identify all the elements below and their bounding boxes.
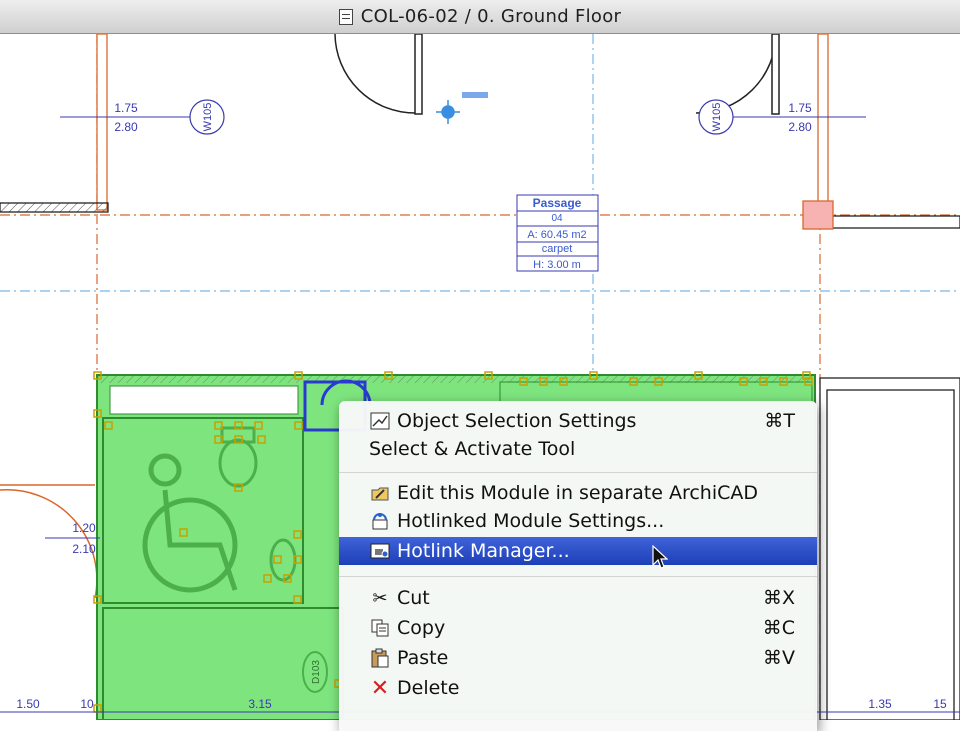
object-settings-icon — [369, 410, 391, 432]
svg-text:2.80: 2.80 — [114, 120, 138, 134]
delete-icon: ✕ — [370, 675, 390, 701]
paste-icon — [369, 647, 391, 669]
door-dimension-left: 1.75 2.80 W105 — [60, 99, 225, 135]
svg-text:10: 10 — [80, 697, 94, 711]
window-title: COL-06-02 / 0. Ground Floor — [360, 6, 622, 27]
menu-item-paste[interactable]: Paste ⌘V — [339, 644, 817, 672]
svg-text:D103: D103 — [311, 660, 322, 684]
menu-item-object-selection-settings[interactable]: Object Selection Settings ⌘T — [339, 407, 817, 435]
scissors-icon: ✂ — [372, 587, 388, 609]
svg-text:1.75: 1.75 — [788, 101, 812, 115]
svg-text:A: 60.45 m2: A: 60.45 m2 — [527, 229, 586, 241]
context-menu[interactable]: Object Selection Settings ⌘T Select & Ac… — [339, 401, 817, 731]
menu-item-cut[interactable]: ✂ Cut ⌘X — [339, 584, 817, 612]
menu-item-select-activate-tool[interactable]: Select & Activate Tool — [339, 435, 817, 463]
svg-text:Passage: Passage — [533, 196, 582, 210]
menu-item-hotlinked-module-settings[interactable]: Hotlinked Module Settings... — [339, 507, 817, 535]
door-dimension-lower-left: 1.20 2.10 — [45, 521, 100, 556]
zone-stamp[interactable]: Passage 04 A: 60.45 m2 carpet H: 3.00 m — [516, 194, 599, 272]
svg-text:carpet: carpet — [542, 243, 573, 255]
hotlink-manager-icon — [369, 540, 391, 562]
menu-item-copy[interactable]: Copy ⌘C — [339, 614, 817, 642]
svg-text:2.80: 2.80 — [788, 120, 812, 134]
svg-text:2.10: 2.10 — [72, 542, 96, 556]
svg-text:W105: W105 — [202, 103, 214, 132]
mouse-cursor-icon — [652, 545, 668, 569]
svg-text:W105: W105 — [711, 103, 723, 132]
menu-item-hotlink-manager[interactable]: Hotlink Manager... — [339, 537, 817, 565]
crosshair-icon — [436, 92, 488, 124]
svg-text:1.20: 1.20 — [72, 521, 96, 535]
svg-text:H: 3.00 m: H: 3.00 m — [533, 259, 581, 271]
hotlink-settings-icon — [369, 510, 391, 532]
menu-separator — [339, 576, 817, 577]
document-icon — [338, 8, 353, 25]
door-dimension-right: 1.75 2.80 W105 — [698, 99, 866, 135]
svg-text:3.15: 3.15 — [248, 697, 272, 711]
window-titlebar[interactable]: COL-06-02 / 0. Ground Floor — [0, 0, 960, 34]
menu-item-delete[interactable]: ✕ Delete — [339, 674, 817, 702]
svg-text:1.75: 1.75 — [114, 101, 138, 115]
svg-text:1.35: 1.35 — [868, 697, 892, 711]
svg-text:04: 04 — [551, 213, 563, 224]
svg-text:1.50: 1.50 — [16, 697, 40, 711]
svg-text:15: 15 — [933, 697, 947, 711]
menu-item-edit-module[interactable]: Edit this Module in separate ArchiCAD — [339, 479, 817, 507]
edit-module-icon — [369, 482, 391, 504]
copy-icon — [369, 617, 391, 639]
menu-separator — [339, 472, 817, 473]
